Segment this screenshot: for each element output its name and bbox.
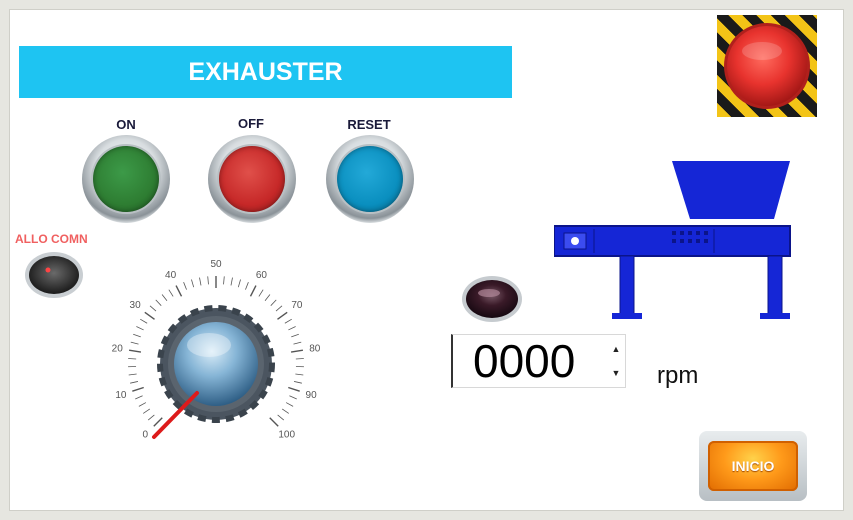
speed-dial[interactable]: 0 10 20 30 40 50 60 70 80 90 100 — [99, 249, 329, 459]
dial-tick — [207, 276, 209, 285]
dial-tick — [285, 402, 294, 407]
emergency-stop-button[interactable] — [717, 15, 817, 117]
dial-tick — [293, 381, 302, 384]
dial-tick — [269, 417, 279, 427]
dial-tick — [288, 326, 296, 331]
reset-button[interactable] — [326, 135, 414, 223]
dial-tick — [270, 299, 277, 306]
emergency-stop-icon — [724, 23, 810, 109]
start-button-label: INICIO — [708, 441, 798, 491]
indicator-lamp-icon — [462, 276, 522, 322]
off-button-label: OFF — [238, 116, 264, 131]
dial-tick — [284, 318, 292, 324]
dial-tick — [191, 279, 195, 288]
dial-tick — [128, 358, 137, 360]
on-button-label: ON — [116, 117, 136, 132]
dial-tick — [289, 395, 297, 400]
dial-tick — [161, 294, 168, 302]
reset-button-label: RESET — [347, 117, 391, 132]
dial-tick-label: 10 — [115, 390, 127, 401]
dial-tick — [295, 358, 304, 360]
dial-knob[interactable] — [157, 305, 275, 423]
off-button-cap — [219, 146, 285, 212]
dial-tick — [237, 279, 241, 288]
dial-tick — [230, 277, 233, 286]
shredder-machine-icon — [554, 161, 791, 319]
dial-tick — [199, 277, 202, 286]
dial-tick — [258, 289, 264, 297]
dial-tick — [295, 373, 304, 376]
dial-tick — [175, 285, 183, 297]
dial-tick — [291, 333, 299, 338]
dial-tick — [293, 341, 302, 345]
rpm-increment-button[interactable]: ▲ — [609, 337, 623, 361]
dial-tick — [142, 408, 151, 414]
dial-tick-label: 60 — [256, 270, 268, 281]
rpm-value: 0000 — [473, 335, 576, 387]
dial-tick-label: 70 — [291, 300, 303, 311]
dial-tick — [140, 318, 148, 324]
off-button[interactable] — [208, 135, 296, 223]
dial-tick — [183, 282, 187, 290]
dial-tick — [130, 341, 139, 345]
dial-tick — [290, 349, 304, 353]
dial-tick — [144, 311, 155, 320]
dial-tick — [245, 282, 249, 290]
rpm-unit-label: rpm — [657, 362, 699, 389]
dial-tick — [277, 311, 288, 320]
rpm-decrement-button[interactable]: ▼ — [609, 361, 623, 385]
dial-tick — [138, 402, 147, 407]
dial-tick — [130, 381, 139, 384]
dial-tick — [147, 414, 155, 421]
dial-tick-label: 90 — [306, 390, 318, 401]
dial-tick — [149, 305, 157, 312]
alarm-label: ALLO COMN — [15, 232, 88, 246]
dial-tick — [281, 408, 290, 414]
dial-tick — [155, 299, 162, 306]
rpm-input[interactable]: 0000 ▲ ▼ — [451, 334, 626, 388]
dial-tick — [132, 386, 144, 392]
dial-tick — [275, 305, 283, 312]
dial-tick — [288, 386, 300, 392]
dial-tick-label: 20 — [112, 343, 124, 354]
on-button[interactable] — [82, 135, 170, 223]
dial-tick-label: 0 — [143, 430, 149, 441]
dial-tick — [128, 373, 137, 376]
dial-tick-label: 100 — [278, 430, 295, 441]
dial-tick-label: 50 — [210, 259, 222, 270]
dial-tick — [277, 414, 285, 421]
dial-tick — [168, 289, 174, 297]
on-button-cap — [93, 146, 159, 212]
dial-tick — [136, 326, 144, 331]
dial-tick-label: 30 — [130, 300, 142, 311]
dial-tick — [264, 294, 271, 302]
alarm-lamp-icon — [25, 252, 83, 298]
dial-tick-label: 40 — [165, 270, 177, 281]
dial-tick — [223, 276, 225, 285]
dial-tick — [133, 333, 141, 338]
hmi-screen: EXHAUSTER ON OFF RESET ALLO COMN 0 10 20… — [0, 0, 853, 520]
dial-tick — [153, 417, 163, 427]
dial-tick — [135, 395, 143, 400]
dial-tick — [128, 349, 142, 353]
dial-tick — [249, 285, 257, 297]
start-button[interactable]: INICIO — [699, 431, 807, 501]
reset-button-cap — [337, 146, 403, 212]
dial-tick-label: 80 — [309, 343, 321, 354]
page-title: EXHAUSTER — [19, 46, 512, 98]
